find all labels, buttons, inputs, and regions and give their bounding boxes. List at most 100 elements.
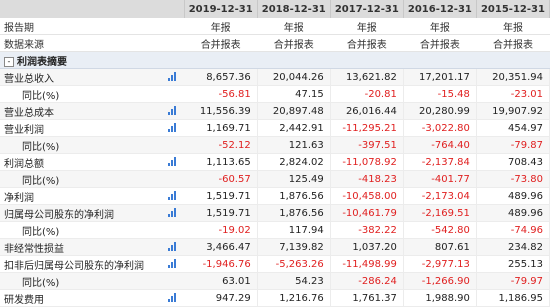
- header-corner: [0, 0, 185, 18]
- value-cell: -418.23: [330, 170, 404, 188]
- meta-cell: 合并报表: [403, 34, 477, 52]
- value-cell: -2,977.13: [403, 255, 477, 273]
- bar-chart-icon[interactable]: [167, 72, 177, 81]
- value-cell: -764.40: [403, 136, 477, 154]
- value-cell: 1,761.37: [330, 289, 404, 307]
- value-cell: 63.01: [184, 272, 258, 290]
- value-cell: 19,907.92: [476, 102, 550, 120]
- table-row: 研发费用 947.29 1,216.76 1,761.37 1,988.90 1,186.…: [0, 289, 550, 307]
- value-cell: 1,216.76: [257, 289, 331, 307]
- bar-chart-icon[interactable]: [167, 157, 177, 166]
- row-label: 研发费用: [0, 289, 161, 307]
- row-label: 归属母公司股东的净利润: [0, 204, 161, 222]
- collapse-toggle-icon[interactable]: -: [4, 56, 14, 67]
- value-cell: -10,461.79: [330, 204, 404, 222]
- bar-chart-icon[interactable]: [167, 293, 177, 302]
- value-cell: -11,295.21: [330, 119, 404, 137]
- value-cell: 708.43: [476, 153, 550, 171]
- header-row: 2019-12-31 2018-12-31 2017-12-31 2016-12…: [0, 0, 550, 18]
- value-cell: 1,988.90: [403, 289, 477, 307]
- value-cell: 11,556.39: [184, 102, 258, 120]
- row-label: 同比(%): [0, 221, 161, 239]
- bar-chart-icon[interactable]: [167, 242, 177, 251]
- year-header-2015[interactable]: 2015-12-31: [476, 0, 550, 18]
- value-cell: -60.57: [184, 170, 258, 188]
- value-cell: 13,621.82: [330, 68, 404, 86]
- meta-cell: 合并报表: [257, 34, 331, 52]
- bar-chart-icon[interactable]: [167, 259, 177, 268]
- value-cell: -5,263.26: [257, 255, 331, 273]
- chart-cell: [160, 187, 185, 205]
- table-row: 归属母公司股东的净利润 1,519.71 1,876.56 -10,461.79 -2,…: [0, 204, 550, 222]
- value-cell: -23.01: [476, 85, 550, 103]
- bar-chart-icon[interactable]: [167, 191, 177, 200]
- value-cell: -73.80: [476, 170, 550, 188]
- value-cell: 54.23: [257, 272, 331, 290]
- chart-cell: [160, 153, 185, 171]
- row-label: 净利润: [0, 187, 161, 205]
- value-cell: -1,946.76: [184, 255, 258, 273]
- value-cell: 2,442.91: [257, 119, 331, 137]
- row-label: 营业总成本: [0, 102, 161, 120]
- table-row: 同比(%) -56.81 47.15 -20.81 -15.48 -23.01: [0, 85, 550, 103]
- chart-cell: [160, 238, 185, 256]
- value-cell: -542.80: [403, 221, 477, 239]
- income-statement-table: 2019-12-31 2018-12-31 2017-12-31 2016-12…: [0, 0, 550, 307]
- table-row: 扣非后归属母公司股东的净利润 -1,946.76 -5,263.26 -11,498.…: [0, 255, 550, 273]
- value-cell: -10,458.00: [330, 187, 404, 205]
- value-cell: -2,173.04: [403, 187, 477, 205]
- value-cell: 947.29: [184, 289, 258, 307]
- table-row: 同比(%) 63.01 54.23 -286.24 -1,266.90 -79.97: [0, 272, 550, 290]
- value-cell: 2,824.02: [257, 153, 331, 171]
- data-source-label: 数据来源: [0, 34, 185, 52]
- year-header-2016[interactable]: 2016-12-31: [403, 0, 477, 18]
- value-cell: 121.63: [257, 136, 331, 154]
- table-row: 营业总成本 11,556.39 20,897.48 26,016.44 20,280.9…: [0, 102, 550, 120]
- chart-cell: [160, 204, 185, 222]
- value-cell: 255.13: [476, 255, 550, 273]
- row-label: 营业利润: [0, 119, 161, 137]
- meta-cell: 年报: [257, 18, 331, 35]
- value-cell: 20,351.94: [476, 68, 550, 86]
- meta-cell: 合并报表: [330, 34, 404, 52]
- value-cell: -2,137.84: [403, 153, 477, 171]
- meta-cell: 年报: [403, 18, 477, 35]
- bar-chart-icon[interactable]: [167, 123, 177, 132]
- value-cell: 47.15: [257, 85, 331, 103]
- year-header-2019[interactable]: 2019-12-31: [184, 0, 258, 18]
- section-header-income[interactable]: - 利润表摘要: [0, 51, 550, 69]
- value-cell: -79.87: [476, 136, 550, 154]
- value-cell: 1,169.71: [184, 119, 258, 137]
- section-title: 利润表摘要: [17, 56, 67, 68]
- value-cell: -20.81: [330, 85, 404, 103]
- section-title-cell[interactable]: - 利润表摘要: [0, 51, 550, 69]
- bar-chart-icon[interactable]: [167, 208, 177, 217]
- report-period-label: 报告期: [0, 18, 185, 35]
- chart-cell: [160, 289, 185, 307]
- table-row: 同比(%) -52.12 121.63 -397.51 -764.40 -79.87: [0, 136, 550, 154]
- meta-cell: 合并报表: [476, 34, 550, 52]
- row-label: 同比(%): [0, 272, 161, 290]
- value-cell: 454.97: [476, 119, 550, 137]
- value-cell: -286.24: [330, 272, 404, 290]
- value-cell: -1,266.90: [403, 272, 477, 290]
- value-cell: 1,113.65: [184, 153, 258, 171]
- row-label: 同比(%): [0, 85, 161, 103]
- value-cell: 117.94: [257, 221, 331, 239]
- table-row: 非经常性损益 3,466.47 7,139.82 1,037.20 807.61 234.…: [0, 238, 550, 256]
- value-cell: 20,897.48: [257, 102, 331, 120]
- table-row: 利润总额 1,113.65 2,824.02 -11,078.92 -2,137.84 7…: [0, 153, 550, 171]
- year-header-2018[interactable]: 2018-12-31: [257, 0, 331, 18]
- report-period-row: 报告期 年报 年报 年报 年报 年报: [0, 18, 550, 35]
- value-cell: 1,519.71: [184, 187, 258, 205]
- year-header-2017[interactable]: 2017-12-31: [330, 0, 404, 18]
- chart-cell: [160, 119, 185, 137]
- value-cell: -11,078.92: [330, 153, 404, 171]
- chart-cell: [160, 68, 185, 86]
- bar-chart-icon[interactable]: [167, 106, 177, 115]
- chart-cell: [160, 85, 185, 103]
- value-cell: 7,139.82: [257, 238, 331, 256]
- value-cell: 489.96: [476, 204, 550, 222]
- chart-cell: [160, 170, 185, 188]
- value-cell: 1,186.95: [476, 289, 550, 307]
